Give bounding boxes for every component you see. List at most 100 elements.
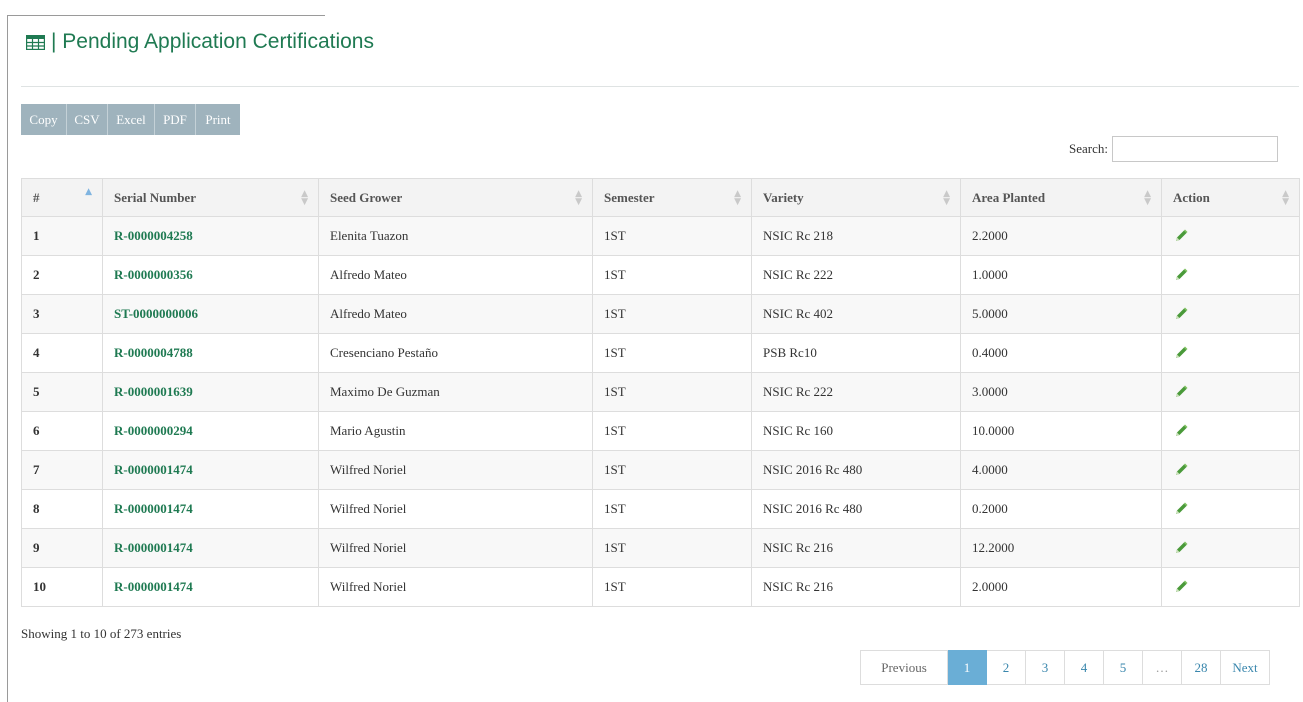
table-header-row: # ▲ Serial Number ▲ ▼ Seed Grower ▲ ▼ Semeste… [21, 178, 1300, 217]
seed-grower-cell: Elenita Tuazon [318, 216, 593, 256]
serial-number-link[interactable]: R-0000001474 [102, 567, 319, 607]
serial-number-link[interactable]: R-0000000294 [102, 411, 319, 451]
serial-number-link[interactable]: R-0000001474 [102, 528, 319, 568]
pencil-icon[interactable] [1173, 540, 1189, 556]
semester-cell: 1ST [592, 528, 752, 568]
row-number: 6 [21, 411, 103, 451]
area-planted-cell: 10.0000 [960, 411, 1162, 451]
serial-number-link[interactable]: R-0000001474 [102, 450, 319, 490]
semester-cell: 1ST [592, 489, 752, 529]
seed-grower-cell: Wilfred Noriel [318, 567, 593, 607]
seed-grower-cell: Wilfred Noriel [318, 528, 593, 568]
search-label: Search: [1069, 141, 1108, 156]
pencil-icon[interactable] [1173, 423, 1189, 439]
serial-number-link[interactable]: R-0000004258 [102, 216, 319, 256]
serial-number-link[interactable]: R-0000001639 [102, 372, 319, 412]
page-header: | Pending Application Certifications [26, 30, 374, 54]
pencil-icon[interactable] [1173, 462, 1189, 478]
seed-grower-cell: Maximo De Guzman [318, 372, 593, 412]
semester-cell: 1ST [592, 567, 752, 607]
excel-button[interactable]: Excel [108, 104, 155, 135]
serial-number-link[interactable]: ST-0000000006 [102, 294, 319, 334]
page-ellipsis: … [1143, 650, 1182, 685]
serial-number-link[interactable]: R-0000001474 [102, 489, 319, 529]
table-row: 2 R-0000000356 Alfredo Mateo 1ST NSIC Rc 222… [21, 255, 1300, 295]
seed-grower-cell: Wilfred Noriel [318, 450, 593, 490]
pencil-icon[interactable] [1173, 579, 1189, 595]
column-label: Action [1173, 189, 1210, 205]
entries-info: Showing 1 to 10 of 273 entries [21, 626, 182, 641]
column-label: Seed Grower [330, 189, 403, 205]
column-header-action[interactable]: Action ▲ ▼ [1161, 178, 1300, 217]
area-planted-cell: 2.0000 [960, 567, 1162, 607]
page-button-1[interactable]: 1 [948, 650, 987, 685]
search-input[interactable] [1111, 136, 1278, 162]
previous-page-button[interactable]: Previous [860, 650, 948, 685]
pencil-icon[interactable] [1173, 501, 1189, 517]
area-planted-cell: 5.0000 [960, 294, 1162, 334]
pencil-icon[interactable] [1173, 384, 1189, 400]
pencil-icon[interactable] [1173, 228, 1189, 244]
header-divider [21, 86, 1299, 87]
serial-number-link[interactable]: R-0000000356 [102, 255, 319, 295]
column-header-area-planted[interactable]: Area Planted ▲ ▼ [960, 178, 1162, 217]
table-row: 1 R-0000004258 Elenita Tuazon 1ST NSIC Rc 21… [21, 216, 1300, 256]
area-planted-cell: 0.2000 [960, 489, 1162, 529]
action-cell [1161, 528, 1300, 568]
seed-grower-cell: Wilfred Noriel [318, 489, 593, 529]
table-row: 6 R-0000000294 Mario Agustin 1ST NSIC Rc 160… [21, 411, 1300, 451]
variety-cell: NSIC 2016 Rc 480 [751, 489, 961, 529]
area-planted-cell: 12.2000 [960, 528, 1162, 568]
column-label: # [33, 189, 40, 205]
copy-button[interactable]: Copy [21, 104, 67, 135]
row-number: 9 [21, 528, 103, 568]
table-row: 5 R-0000001639 Maximo De Guzman 1ST NSIC Rc … [21, 372, 1300, 412]
action-cell [1161, 372, 1300, 412]
action-cell [1161, 255, 1300, 295]
row-number: 8 [21, 489, 103, 529]
pencil-icon[interactable] [1173, 306, 1189, 322]
column-header-semester[interactable]: Semester ▲ ▼ [592, 178, 752, 217]
variety-cell: NSIC Rc 218 [751, 216, 961, 256]
search-box: Search: [1069, 136, 1278, 162]
area-planted-cell: 4.0000 [960, 450, 1162, 490]
sort-icon: ▲ ▼ [1144, 189, 1151, 207]
variety-cell: NSIC Rc 160 [751, 411, 961, 451]
column-header-variety[interactable]: Variety ▲ ▼ [751, 178, 961, 217]
column-header-serial-number[interactable]: Serial Number ▲ ▼ [102, 178, 319, 217]
sort-icon: ▲ ▼ [734, 189, 741, 207]
page-button-3[interactable]: 3 [1026, 650, 1065, 685]
page-button-28[interactable]: 28 [1182, 650, 1221, 685]
frame-top-border [7, 15, 325, 16]
row-number: 1 [21, 216, 103, 256]
variety-cell: PSB Rc10 [751, 333, 961, 373]
table-icon [26, 34, 45, 50]
pdf-button[interactable]: PDF [155, 104, 196, 135]
page-button-4[interactable]: 4 [1065, 650, 1104, 685]
column-header-seed-grower[interactable]: Seed Grower ▲ ▼ [318, 178, 593, 217]
seed-grower-cell: Cresenciano Pestaño [318, 333, 593, 373]
seed-grower-cell: Mario Agustin [318, 411, 593, 451]
page-button-2[interactable]: 2 [987, 650, 1026, 685]
variety-cell: NSIC Rc 222 [751, 255, 961, 295]
row-number: 2 [21, 255, 103, 295]
seed-grower-cell: Alfredo Mateo [318, 255, 593, 295]
next-page-button[interactable]: Next [1221, 650, 1270, 685]
row-number: 5 [21, 372, 103, 412]
semester-cell: 1ST [592, 294, 752, 334]
variety-cell: NSIC Rc 216 [751, 528, 961, 568]
pencil-icon[interactable] [1173, 345, 1189, 361]
csv-button[interactable]: CSV [67, 104, 108, 135]
serial-number-link[interactable]: R-0000004788 [102, 333, 319, 373]
sort-icon: ▲ ▼ [943, 189, 950, 207]
column-header-number[interactable]: # ▲ [21, 178, 103, 217]
page-button-5[interactable]: 5 [1104, 650, 1143, 685]
page-title: | Pending Application Certifications [51, 30, 374, 53]
action-cell [1161, 567, 1300, 607]
action-cell [1161, 450, 1300, 490]
print-button[interactable]: Print [196, 104, 240, 135]
action-cell [1161, 294, 1300, 334]
pencil-icon[interactable] [1173, 267, 1189, 283]
sort-icon: ▲ ▼ [1282, 189, 1289, 207]
frame-left-border [7, 15, 8, 702]
